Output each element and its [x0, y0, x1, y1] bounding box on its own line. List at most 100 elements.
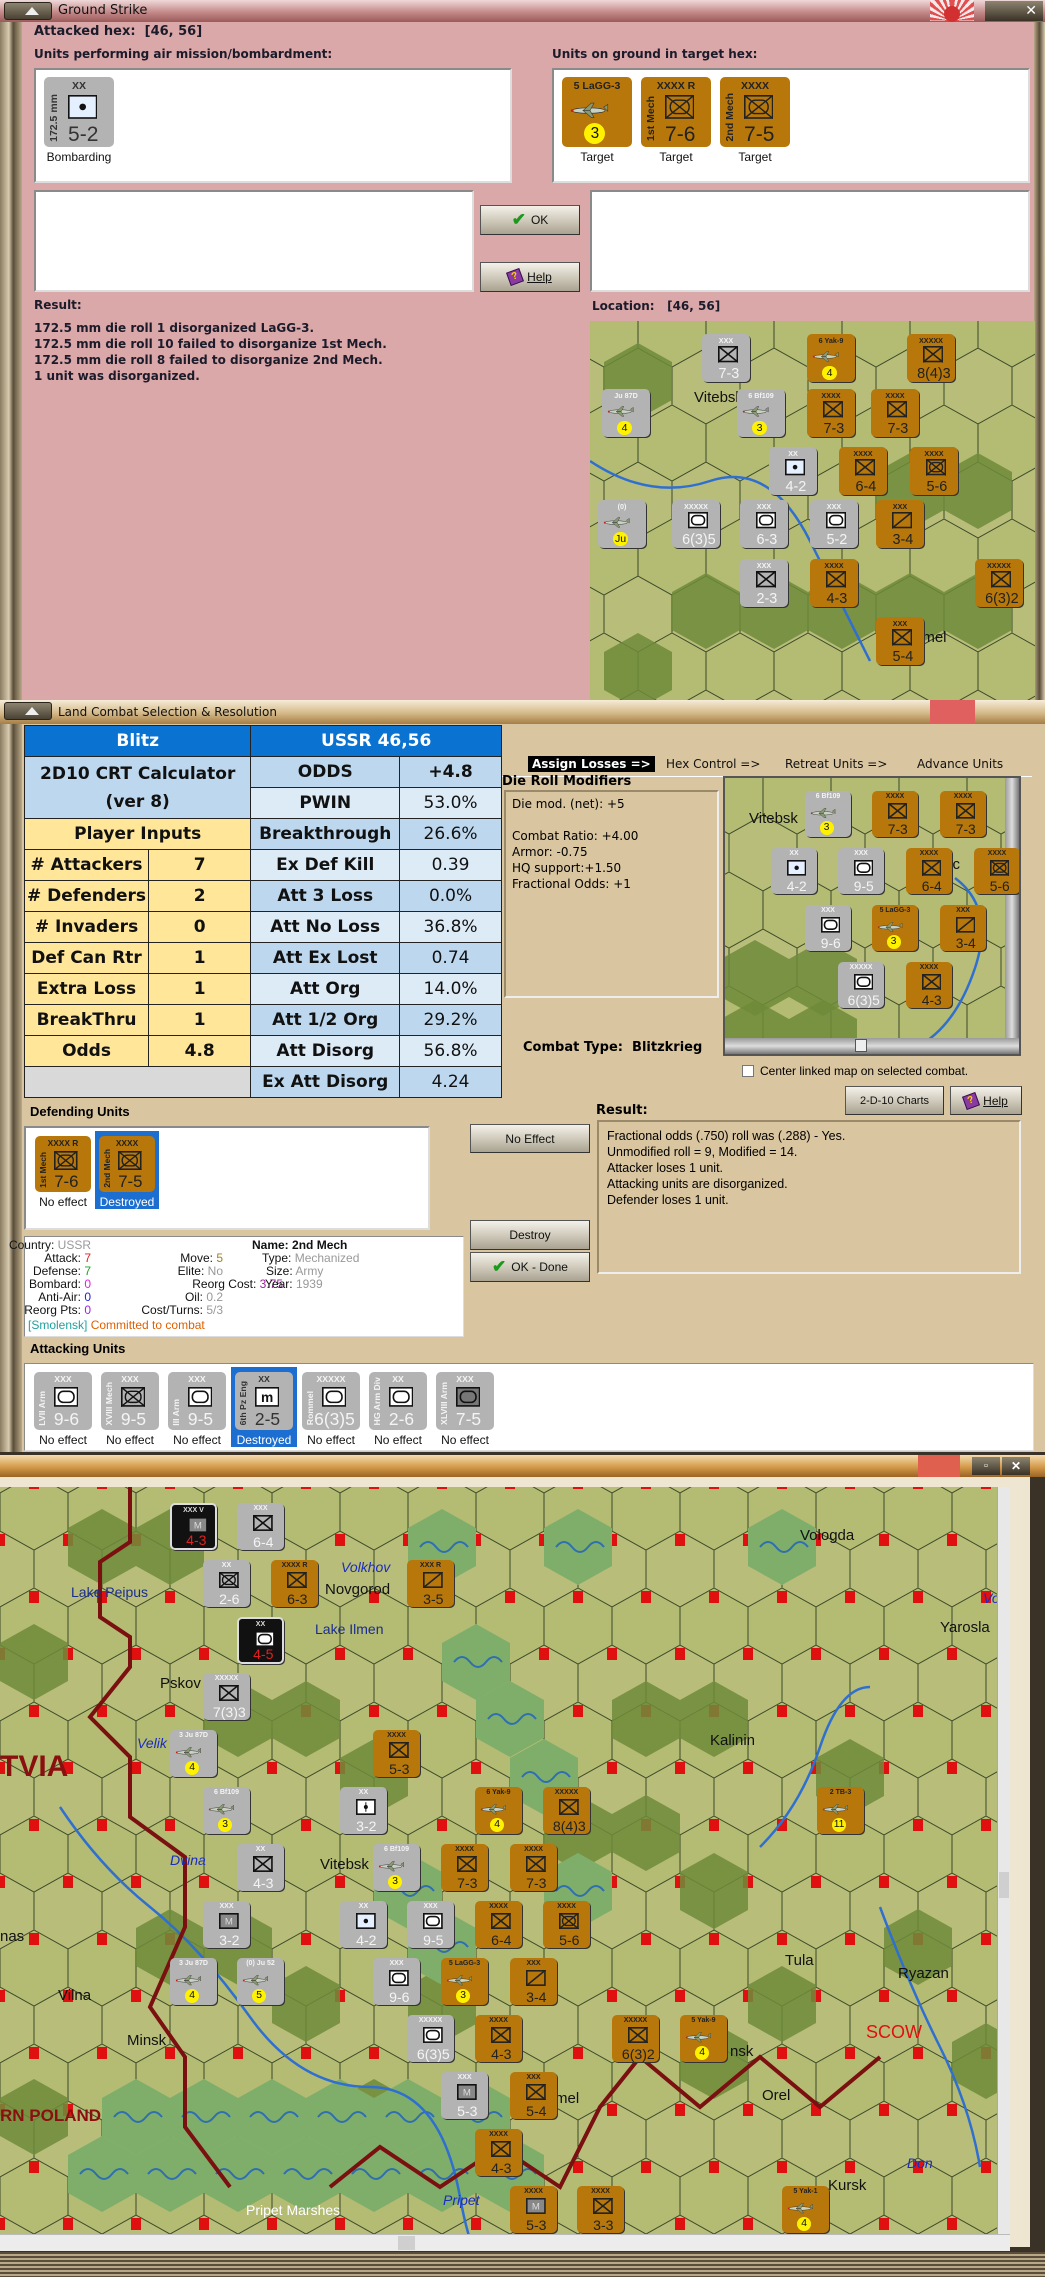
unit-counter[interactable]: XX 172.5 mm 5-2: [44, 77, 114, 147]
target-units-list[interactable]: 5 LaGG-3 3 Target XXXX R 1st Mech 7-6 Target XX…: [552, 68, 1030, 183]
minimap-vertical-scrollbar[interactable]: [1005, 778, 1019, 1040]
unit-counter[interactable]: XXX 9-6: [805, 905, 851, 951]
unit-counter[interactable]: XXX XVIII Mech 9-5: [101, 1372, 159, 1430]
ground-strike-titlebar[interactable]: Ground Strike ✕: [0, 0, 1045, 22]
unit-counter[interactable]: XX 3-2: [340, 1787, 387, 1834]
unit-counter[interactable]: XX HG Arm Div 2-6: [369, 1372, 427, 1430]
air-unit-counter[interactable]: 6 Bf109 3: [203, 1787, 250, 1834]
strategic-map[interactable]: XXX V M 4-3 XXX 6-4 XX 2-6 XXXX R 6-3 XXX R 3-5 XX 4…: [0, 1487, 997, 2234]
unit-counter[interactable]: XX 4-2: [769, 447, 817, 495]
input-value[interactable]: 1: [148, 942, 252, 974]
unit-counter[interactable]: XX 4-3: [237, 1844, 284, 1891]
tab-hex-control[interactable]: Hex Control =>: [662, 756, 764, 772]
help-button[interactable]: ? Help: [950, 1086, 1022, 1115]
ok-button[interactable]: ✔ OK: [480, 205, 580, 235]
map-titlebar[interactable]: ▫ ✕: [0, 1455, 1045, 1477]
tab-assign-losses[interactable]: Assign Losses =>: [528, 756, 655, 772]
air-unit-counter[interactable]: 5 Yak-9 4: [680, 2015, 727, 2062]
unit-counter[interactable]: XXXX 6-4: [839, 447, 887, 495]
unit-counter[interactable]: XXX 3-4: [940, 905, 986, 951]
unit-counter[interactable]: XX 4-2: [771, 848, 817, 894]
unit-counter[interactable]: XXXX 7-3: [807, 389, 855, 437]
unit-counter[interactable]: XXXXX 8(4)3: [543, 1787, 590, 1834]
air-unit-counter[interactable]: (0) Ju 52: [598, 500, 646, 548]
unit-counter[interactable]: XXX LVII Arm 9-6: [34, 1372, 92, 1430]
air-units-list[interactable]: XX 172.5 mm 5-2 Bombarding: [34, 68, 512, 183]
air-unit-counter[interactable]: 5 LaGG-3 3: [562, 77, 632, 147]
minimap-horizontal-scrollbar[interactable]: [725, 1038, 1019, 1054]
location-minimap[interactable]: XXX 7-3 6 Yak-9 4 XXXXX 8(4)3 Ju 87D 4 6 Bf109 3 X…: [590, 321, 1035, 700]
unit-counter[interactable]: XXX 9-5: [838, 848, 884, 894]
unit-counter[interactable]: XXXX 2nd Mech 7-5: [720, 77, 790, 147]
unit-counter[interactable]: XXXXX 6(3)5: [407, 2015, 454, 2062]
unit-counter[interactable]: XXXX 7-3: [872, 791, 918, 837]
air-unit-counter[interactable]: 6 Yak-9 4: [475, 1787, 522, 1834]
air-unit-counter[interactable]: 3 Ju 87D 4: [170, 1730, 217, 1777]
unit-counter[interactable]: XXXX 6-4: [906, 848, 952, 894]
unit-counter[interactable]: XXX M 5-3: [441, 2072, 488, 2119]
map-vertical-scrollbar[interactable]: [997, 1487, 1010, 2234]
air-unit-counter[interactable]: 6 Bf109 3: [737, 389, 785, 437]
unit-counter[interactable]: XXXX M 5-3: [510, 2186, 557, 2233]
help-button[interactable]: ? Help: [480, 262, 580, 292]
unit-counter[interactable]: XXXX 5-6: [910, 447, 958, 495]
unit-counter[interactable]: XXXX 7-3: [510, 1844, 557, 1891]
close-button[interactable]: ✕: [1002, 1457, 1030, 1475]
system-menu-icon[interactable]: [4, 2, 52, 20]
combat-minimap[interactable]: 6 Bf109 3 XXXX 7-3 XXXX 7-3 XX 4-2 XXX 9-5 XXXX 6-4…: [723, 776, 1021, 1056]
tab-retreat-units[interactable]: Retreat Units =>: [781, 756, 891, 772]
unit-counter[interactable]: XXXXX 6(3)5: [672, 500, 720, 548]
unit-counter[interactable]: XXX 2-3: [740, 559, 788, 607]
close-button[interactable]: ✕: [985, 1, 1043, 21]
air-unit-counter[interactable]: 6 Bf109 3: [373, 1844, 420, 1891]
unit-counter[interactable]: XXX V M 4-3: [170, 1503, 217, 1550]
unit-counter[interactable]: XXX 5-4: [876, 617, 924, 665]
unit-counter[interactable]: XXXX 6-4: [475, 1901, 522, 1948]
no-effect-button[interactable]: No Effect: [470, 1124, 590, 1153]
unit-counter[interactable]: XXXX R 1st Mech 7-6: [35, 1136, 91, 1192]
unit-counter[interactable]: XX 4-2: [340, 1901, 387, 1948]
unit-counter[interactable]: XXXXX 8(4)3: [907, 334, 955, 382]
unit-counter[interactable]: XXX III Arm 9-5: [168, 1372, 226, 1430]
unit-counter[interactable]: XXXX 7-3: [871, 389, 919, 437]
unit-counter[interactable]: XXX R 3-5: [407, 1560, 454, 1607]
restore-button[interactable]: ▫: [972, 1457, 1000, 1475]
air-unit-counter[interactable]: 3 Ju 87D 4: [170, 1958, 217, 2005]
unit-counter[interactable]: XXXX 5-6: [543, 1901, 590, 1948]
attacking-units-list[interactable]: XXX LVII Arm 9-6 No effect XXX XVIII Mech 9-5 N…: [24, 1363, 1034, 1451]
air-unit-counter[interactable]: 5 Yak-1 4: [782, 2186, 829, 2233]
air-unit-counter[interactable]: 5 LaGG-3 3: [441, 1958, 488, 2005]
defending-units-list[interactable]: XXXX R 1st Mech 7-6 No effect XXXX 2nd Mech 7-…: [24, 1126, 430, 1230]
unit-counter[interactable]: XXX 7-3: [702, 334, 750, 382]
close-button[interactable]: [930, 700, 975, 724]
ok-done-button[interactable]: ✔ OK - Done: [470, 1252, 590, 1282]
air-unit-counter[interactable]: (0) Ju 52 5: [237, 1958, 284, 2005]
input-value[interactable]: 1: [148, 1004, 252, 1036]
unit-counter[interactable]: XXXX 7-3: [441, 1844, 488, 1891]
air-unit-counter[interactable]: 2 TB-3 11: [817, 1787, 864, 1834]
unit-counter[interactable]: XXXX R 1st Mech 7-6: [641, 77, 711, 147]
air-unit-counter[interactable]: 6 Yak-9 4: [807, 334, 855, 382]
unit-counter[interactable]: XXXXX 6(3)5: [838, 962, 884, 1008]
crt-charts-button[interactable]: 2-D-10 Charts: [845, 1086, 944, 1115]
unit-counter[interactable]: XX m 6th Pz Eng 2-5: [235, 1372, 293, 1430]
tab-advance-units[interactable]: Advance Units: [913, 756, 1007, 772]
center-map-checkbox-row[interactable]: Center linked map on selected combat.: [742, 1064, 968, 1078]
air-unit-counter[interactable]: 5 LaGG-3 3: [872, 905, 918, 951]
unit-counter[interactable]: XXX 5-2: [810, 500, 858, 548]
land-combat-titlebar[interactable]: Land Combat Selection & Resolution: [0, 700, 1045, 724]
unit-counter[interactable]: XXX 3-4: [876, 500, 924, 548]
unit-counter[interactable]: XXXX R 6-3: [271, 1560, 318, 1607]
unit-counter[interactable]: XXX 3-4: [510, 1958, 557, 2005]
input-value[interactable]: 1: [148, 973, 252, 1005]
map-horizontal-scrollbar[interactable]: [0, 2234, 1010, 2251]
unit-counter[interactable]: XXX 5-4: [510, 2072, 557, 2119]
air-unit-counter[interactable]: 6 Bf109 3: [805, 791, 851, 837]
unit-counter[interactable]: XXXX 4-3: [475, 2015, 522, 2062]
system-menu-icon[interactable]: [4, 702, 52, 720]
unit-counter[interactable]: XXXX 5-6: [974, 848, 1019, 894]
unit-counter[interactable]: XXXXX 6(3)2: [975, 559, 1023, 607]
center-map-checkbox[interactable]: [742, 1065, 754, 1077]
unit-counter[interactable]: XXXXX Rommel 6(3)5: [302, 1372, 360, 1430]
unit-counter[interactable]: XXX 6-4: [237, 1503, 284, 1550]
